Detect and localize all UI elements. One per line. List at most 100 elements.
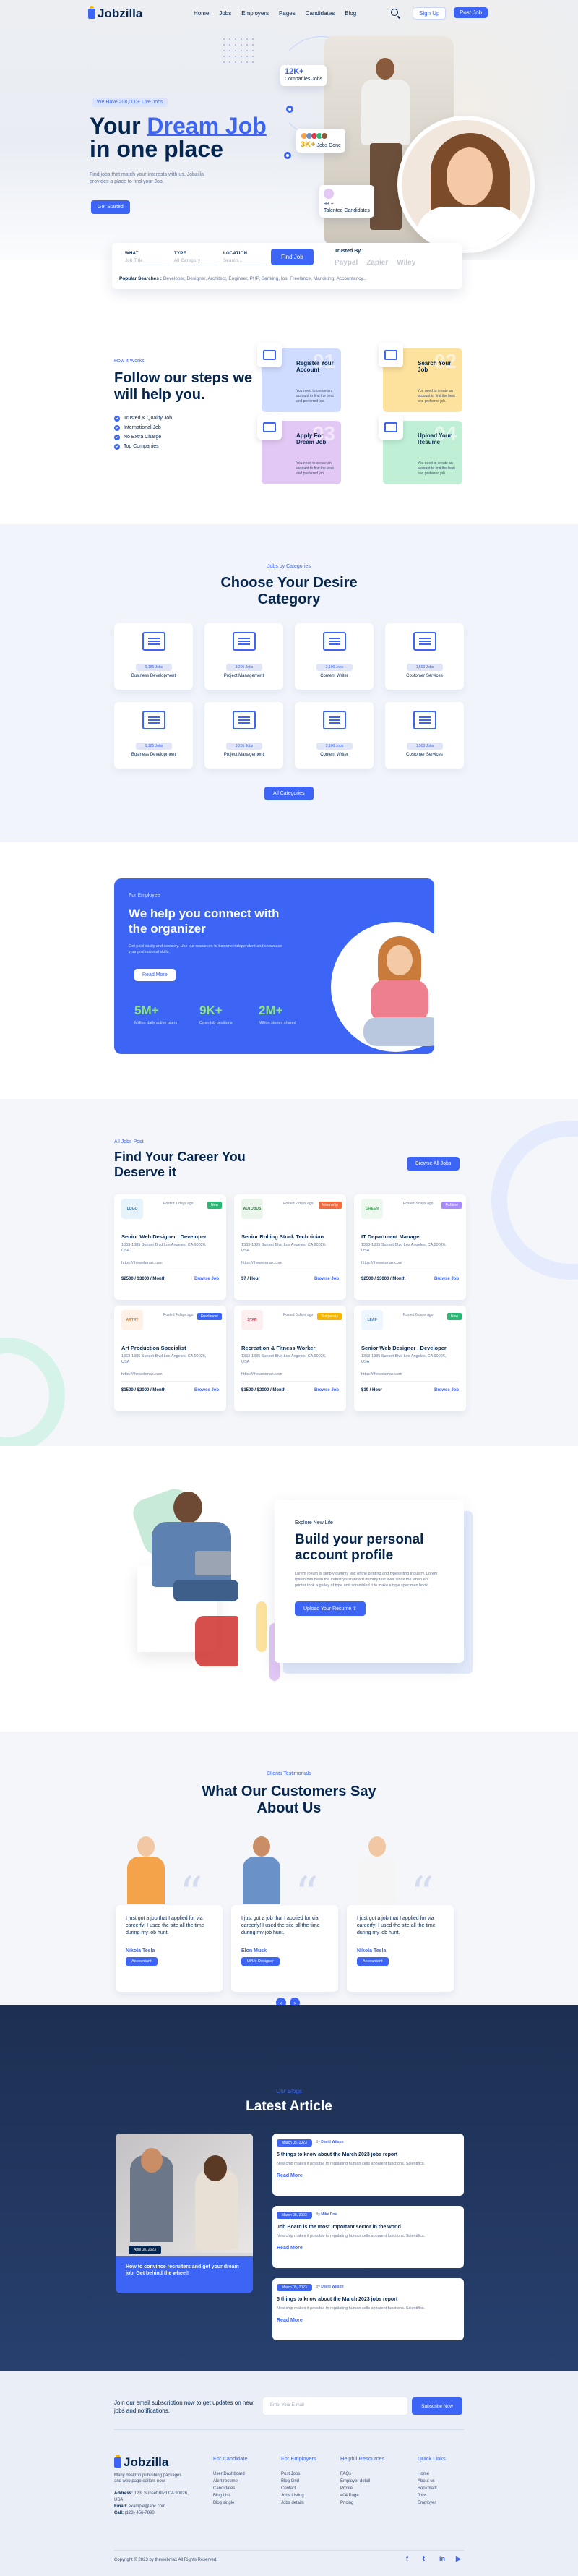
read-more-link[interactable]: Read More xyxy=(277,2173,303,2178)
search-icon[interactable] xyxy=(391,9,398,16)
what-field[interactable]: WHAT Job Title xyxy=(125,252,168,265)
company-url[interactable]: https://thewebmax.com xyxy=(361,1372,402,1377)
company-url[interactable]: https://thewebmax.com xyxy=(361,1261,402,1265)
article-card[interactable]: March 05, 2023 By Mike Doe Job Board is th… xyxy=(272,2206,464,2268)
footer-link[interactable]: FAQs xyxy=(340,2470,384,2478)
subscribe-button[interactable]: Subscribe Now xyxy=(412,2397,462,2415)
footer-link[interactable]: Blog single xyxy=(213,2499,248,2507)
job-title[interactable]: Art Production Specialist xyxy=(121,1345,186,1351)
author-name[interactable]: David Wilson xyxy=(321,2140,343,2144)
footer-link[interactable]: About us xyxy=(418,2478,446,2485)
location-field[interactable]: LOCATION Search... xyxy=(223,252,267,265)
contact-value[interactable]: (123) 456-7890 xyxy=(125,2511,155,2515)
job-title[interactable]: Senior Web Designer , Developer xyxy=(121,1233,207,1240)
article-title[interactable]: 5 things to know about the March 2023 jo… xyxy=(277,2297,397,2302)
footer-link[interactable]: Post Jobs xyxy=(281,2470,316,2478)
footer-link[interactable]: Profile xyxy=(340,2485,384,2492)
type-select[interactable]: All Category xyxy=(174,259,217,265)
article-card[interactable]: March 05, 2023 By David Wilson 5 things to… xyxy=(272,2134,464,2196)
category-card[interactable]: 9,185 Jobs Business Development xyxy=(114,702,193,769)
footer-link[interactable]: Contact xyxy=(281,2485,316,2492)
logo[interactable]: Jobzilla xyxy=(88,6,142,21)
read-more-button[interactable]: Read More xyxy=(134,969,176,981)
job-card[interactable]: STAR Posted 5 days ago Temporary Recreation… xyxy=(234,1306,346,1411)
browse-job-link[interactable]: Browse Job xyxy=(434,1388,459,1392)
job-card[interactable]: GREEN Posted 3 days ago Fulltime IT Departm… xyxy=(354,1194,466,1300)
footer-link[interactable]: Employer xyxy=(418,2499,446,2507)
browse-job-link[interactable]: Browse Job xyxy=(434,1277,459,1281)
contact-value[interactable]: example@abc.com xyxy=(129,2504,165,2509)
browse-job-link[interactable]: Browse Job xyxy=(194,1388,219,1392)
get-started-button[interactable]: Get Started xyxy=(91,200,130,214)
footer-link[interactable]: Jobs Listing xyxy=(281,2492,316,2499)
browse-all-jobs-button[interactable]: Browse All Jobs xyxy=(407,1157,460,1171)
footer-link[interactable]: Pricing xyxy=(340,2499,384,2507)
footer-link[interactable]: Jobs details xyxy=(281,2499,316,2507)
browse-job-link[interactable]: Browse Job xyxy=(314,1277,339,1281)
read-more-link[interactable]: Read More xyxy=(277,2318,303,2323)
footer-link[interactable]: Jobs xyxy=(418,2492,446,2499)
company-url[interactable]: https://thewebmax.com xyxy=(241,1261,282,1265)
article-title[interactable]: 5 things to know about the March 2023 jo… xyxy=(277,2152,397,2157)
job-title[interactable]: Senior Web Designer , Developer xyxy=(361,1345,447,1351)
category-icon xyxy=(142,632,165,651)
location-input[interactable]: Search... xyxy=(223,259,267,265)
category-icon xyxy=(323,711,346,729)
nav-item-candidates[interactable]: Candidates xyxy=(306,10,335,17)
footer-link[interactable]: Alert resume xyxy=(213,2478,248,2485)
nav-item-home[interactable]: Home xyxy=(194,10,209,17)
footer-link[interactable]: Blog Grid xyxy=(281,2478,316,2485)
twitter-icon[interactable]: t xyxy=(423,2556,429,2562)
job-card[interactable]: ARTRY Posted 4 days ago Freelancer Art Prod… xyxy=(114,1306,226,1411)
upload-resume-button[interactable]: Upload Your Resume ⇪ xyxy=(295,1601,366,1616)
featured-article[interactable]: April 08, 2023 How to convince recruiter… xyxy=(116,2134,253,2293)
footer-link[interactable]: Candidates xyxy=(213,2485,248,2492)
popular-searches-list[interactable]: Developer, Designer, Architect, Engineer… xyxy=(163,276,367,281)
all-categories-button[interactable]: All Categories xyxy=(264,787,314,800)
browse-job-link[interactable]: Browse Job xyxy=(194,1277,219,1281)
footer-link[interactable]: Bookmark xyxy=(418,2485,446,2492)
nav-item-jobs[interactable]: Jobs xyxy=(219,10,231,17)
job-card[interactable]: LEAF Posted 6 days ago New Senior Web Desig… xyxy=(354,1306,466,1411)
sign-up-button[interactable]: Sign Up xyxy=(413,7,447,20)
email-input[interactable]: Enter Your E-mail xyxy=(263,2397,407,2415)
linkedin-icon[interactable]: in xyxy=(439,2556,446,2562)
category-card[interactable]: 2,100 Jobs Content Writer xyxy=(295,702,374,769)
footer-link[interactable]: Blog List xyxy=(213,2492,248,2499)
facebook-icon[interactable]: f xyxy=(406,2556,413,2562)
company-url[interactable]: https://thewebmax.com xyxy=(241,1372,282,1377)
browse-job-link[interactable]: Browse Job xyxy=(314,1388,339,1392)
type-field[interactable]: TYPE All Category xyxy=(174,252,217,265)
article-title[interactable]: Job Board is the most important sector i… xyxy=(277,2225,401,2230)
category-card[interactable]: 9,185 Jobs Business Development xyxy=(114,623,193,690)
what-input[interactable]: Job Title xyxy=(125,259,168,265)
company-url[interactable]: https://thewebmax.com xyxy=(121,1372,163,1377)
article-card[interactable]: March 05, 2023 By David Wilson 5 things to… xyxy=(272,2278,464,2340)
category-card[interactable]: 3,205 Jobs Project Management xyxy=(204,623,283,690)
category-card[interactable]: 2,100 Jobs Content Writer xyxy=(295,623,374,690)
category-card[interactable]: 1,500 Jobs Costomer Services xyxy=(385,702,464,769)
nav-item-blog[interactable]: Blog xyxy=(345,10,356,17)
category-card[interactable]: 3,205 Jobs Project Management xyxy=(204,702,283,769)
youtube-icon[interactable]: ▶ xyxy=(456,2556,462,2562)
footer-link[interactable]: Employer detail xyxy=(340,2478,384,2485)
company-url[interactable]: https://thewebmax.com xyxy=(121,1261,163,1265)
footer-link[interactable]: Home xyxy=(418,2470,446,2478)
author-name[interactable]: David Wilson xyxy=(321,2285,343,2289)
find-job-button[interactable]: Find Job xyxy=(271,249,314,265)
job-card[interactable]: AUTOBUS Posted 2 days ago Internship Senior… xyxy=(234,1194,346,1300)
nav-item-pages[interactable]: Pages xyxy=(279,10,296,17)
post-job-button[interactable]: Post Job xyxy=(454,7,488,18)
footer-link[interactable]: 404 Page xyxy=(340,2492,384,2499)
category-card[interactable]: 1,500 Jobs Costomer Services xyxy=(385,623,464,690)
nav-item-employers[interactable]: Employers xyxy=(241,10,269,17)
job-title[interactable]: Recreation & Fitness Worker xyxy=(241,1345,315,1351)
job-salary: $19 / Hour xyxy=(361,1388,383,1392)
job-title[interactable]: IT Department Manager xyxy=(361,1233,421,1240)
job-title[interactable]: Senior Rolling Stock Technician xyxy=(241,1233,324,1240)
footer-logo[interactable]: Jobzilla xyxy=(114,2455,168,2470)
footer-link[interactable]: User Dashboard xyxy=(213,2470,248,2478)
read-more-link[interactable]: Read More xyxy=(277,2246,303,2251)
job-card[interactable]: LOGO Posted 1 days ago New Senior Web Desig… xyxy=(114,1194,226,1300)
author-name[interactable]: Mike Doe xyxy=(321,2212,337,2217)
